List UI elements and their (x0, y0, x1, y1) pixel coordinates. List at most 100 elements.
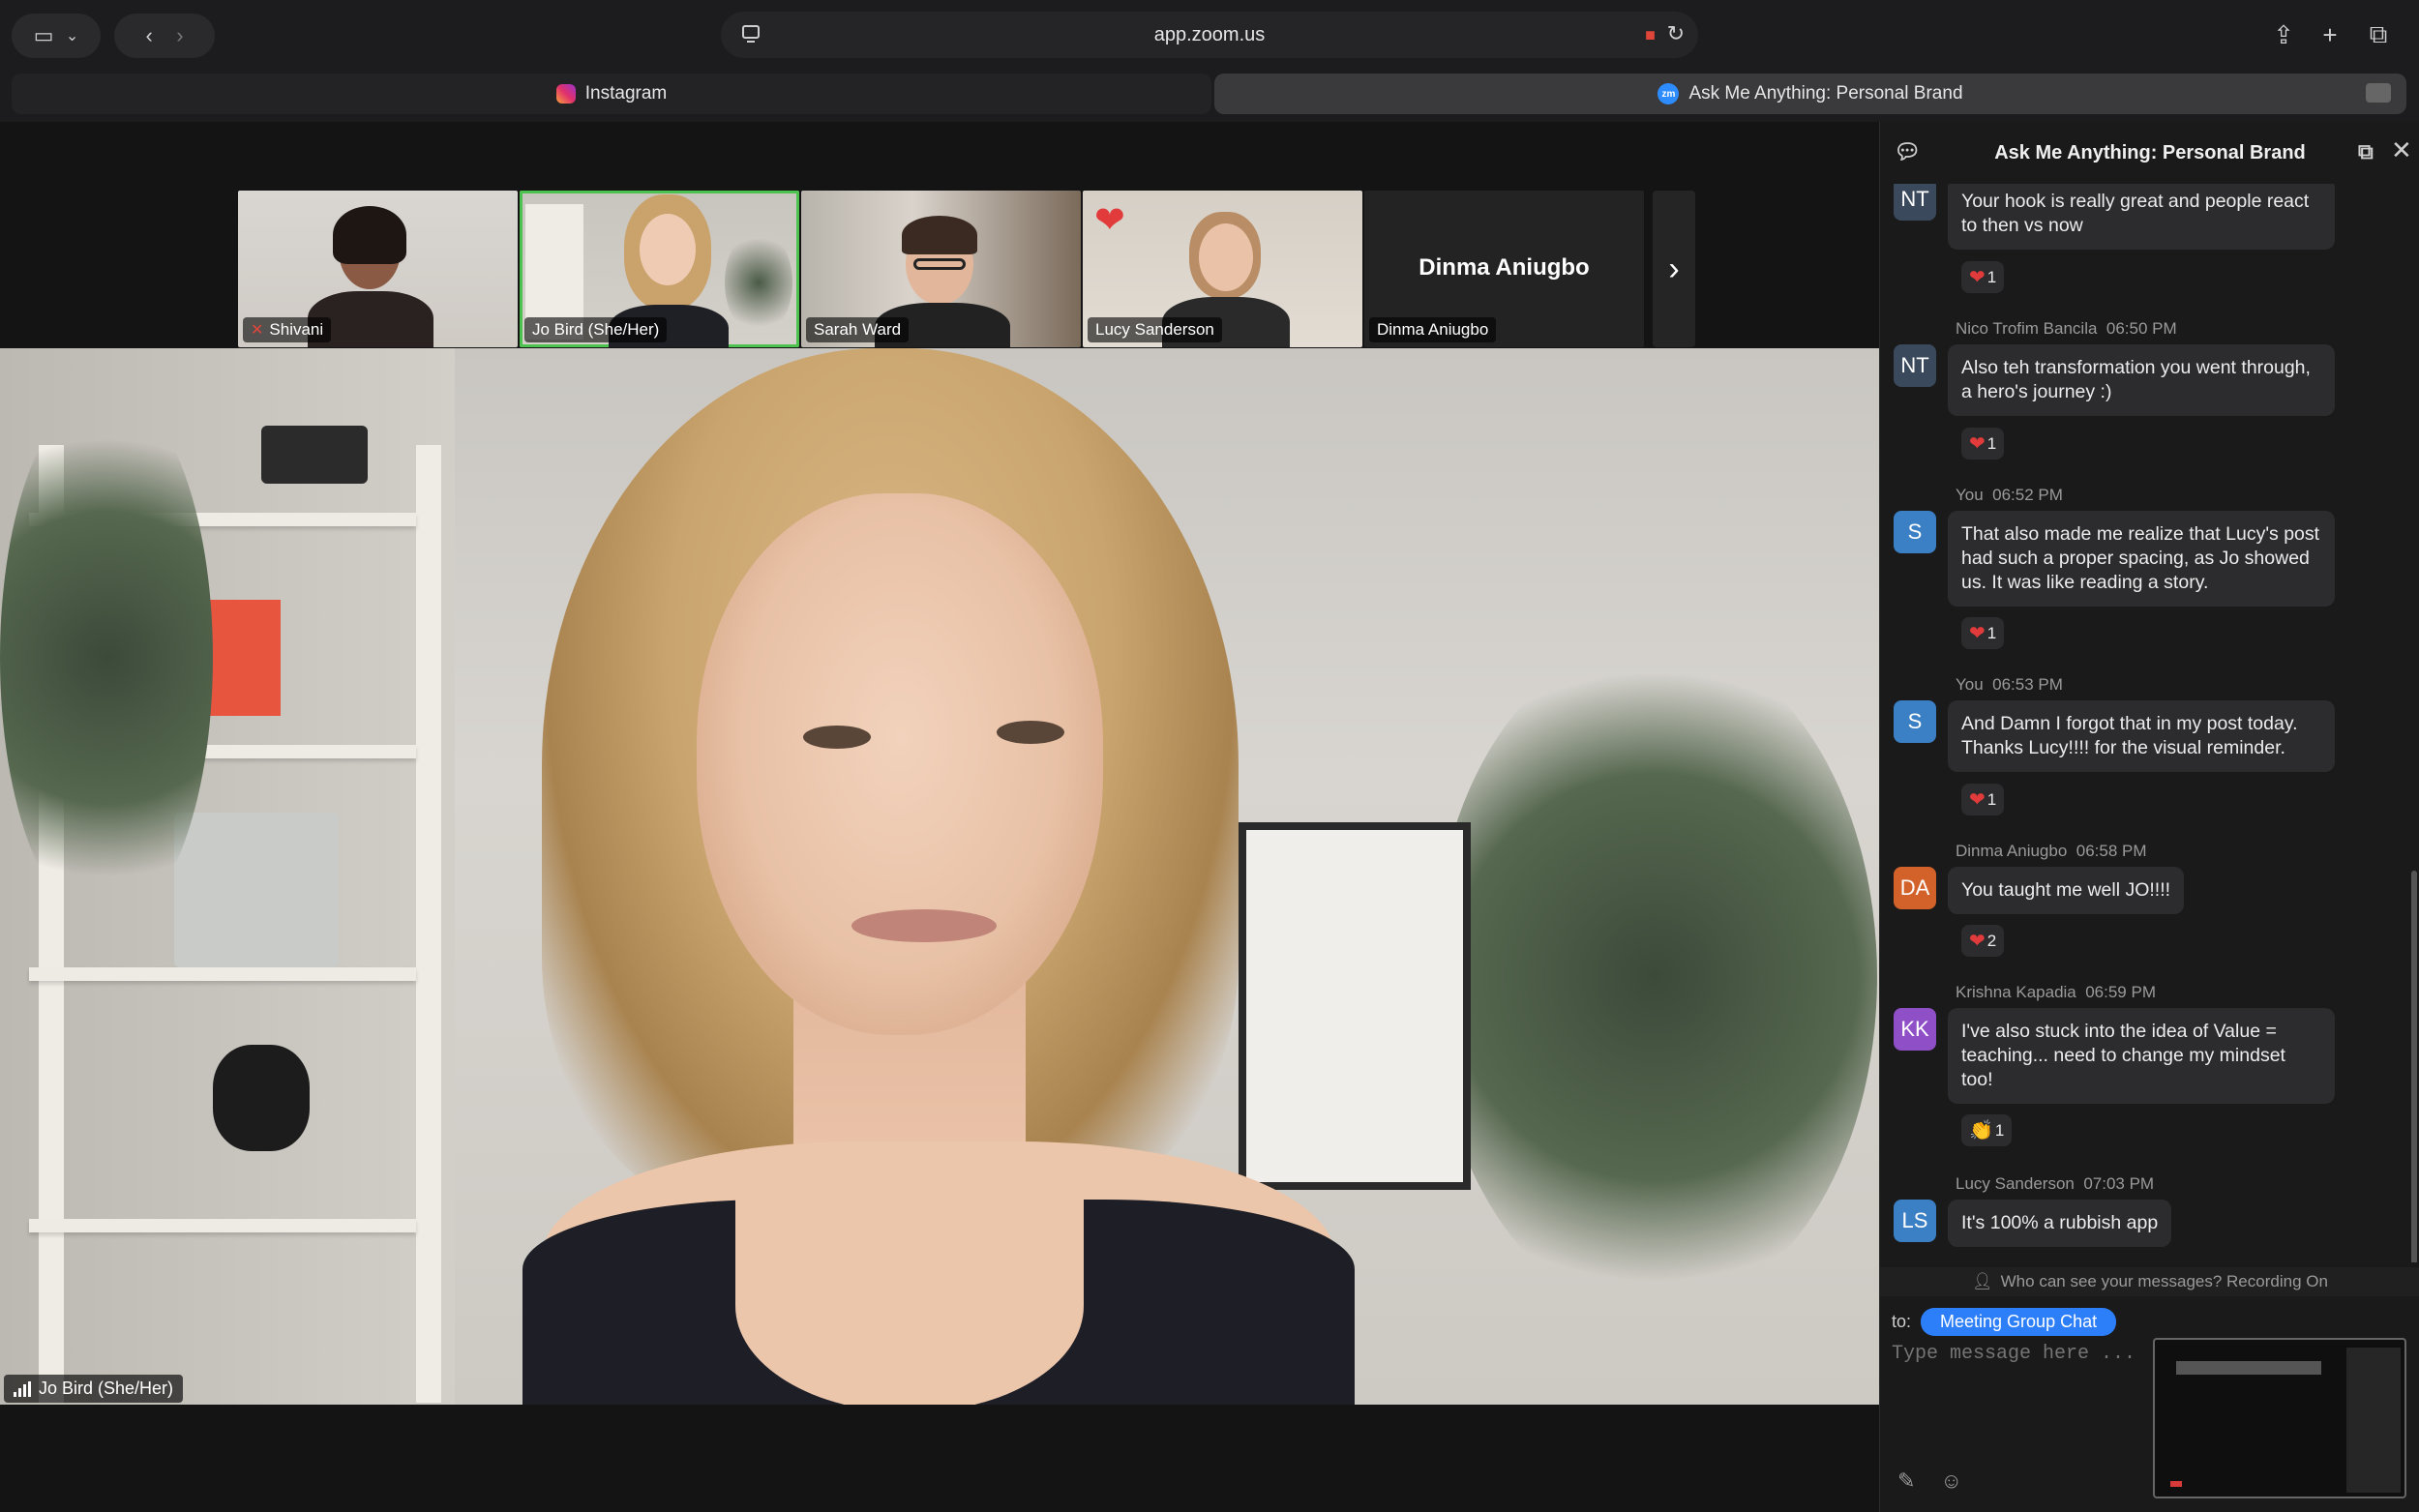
reaction-pill[interactable]: ❤ 2 (1961, 925, 2005, 957)
heart-icon: ❤ (1969, 267, 1986, 288)
message-bubble: I've also stuck into the idea of Value =… (1948, 1008, 2335, 1104)
tab-zoom[interactable]: zm Ask Me Anything: Personal Brand (1214, 74, 2406, 114)
message-bubble: Your hook is really great and people rea… (1948, 184, 2335, 250)
reaction-count: 1 (1986, 433, 1997, 453)
preview-gallery (2176, 1361, 2321, 1375)
instagram-icon (555, 84, 576, 104)
share-icon: ⇪ (2273, 19, 2294, 49)
sidebar-toggle-button[interactable]: ▭ ⌄ (12, 14, 101, 58)
speaker-face (697, 493, 1103, 1035)
message-meta: Lucy Sanderson 07:03 PM (1956, 1174, 2155, 1193)
forward-button[interactable]: › (176, 23, 183, 48)
picture-frame-graphic (1239, 822, 1471, 1190)
heart-icon: ❤ (1969, 623, 1986, 644)
self-view-preview[interactable] (2153, 1338, 2406, 1498)
avatar: NT (1894, 184, 1936, 221)
message-bubble: It's 100% a rubbish app (1948, 1200, 2172, 1247)
message-bubble: And Damn I forgot that in my post today.… (1948, 700, 2335, 772)
preview-recording-indicator (2170, 1481, 2182, 1487)
back-button[interactable]: ‹ (145, 23, 152, 48)
participant-video (333, 206, 406, 264)
speaker-eye (803, 726, 871, 749)
gallery-strip: ✕ Shivani Jo Bird (She/Her) Sarah Ward ❤ … (238, 191, 1644, 347)
gallery-next-button[interactable]: › (1653, 191, 1695, 347)
camera-graphic (261, 426, 368, 484)
reaction-pill[interactable]: ❤ 1 (1961, 428, 2005, 460)
chat-messages: NT Your hook is really great and people … (1880, 184, 2419, 1262)
heart-reaction-icon: ❤ (1094, 200, 1125, 241)
signal-strength-icon (14, 1380, 31, 1397)
participant-video (902, 216, 977, 254)
avatar: NT (1894, 344, 1936, 387)
plus-icon: + (2322, 19, 2338, 49)
page-settings-icon[interactable] (740, 23, 762, 44)
reload-icon[interactable]: ↻ (1667, 21, 1685, 46)
participant-tile[interactable]: ✕ Shivani (238, 191, 518, 347)
reaction-count: 1 (1986, 267, 1997, 286)
zoom-icon: zm (1657, 83, 1680, 104)
camera-tab-icon (2366, 83, 2391, 103)
heart-icon: ❤ (1969, 789, 1986, 811)
tab-instagram[interactable]: Instagram (12, 74, 1211, 114)
tab-label: Ask Me Anything: Personal Brand (1688, 83, 1963, 104)
message-meta: Krishna Kapadia 06:59 PM (1956, 983, 2156, 1001)
participant-tile[interactable]: Sarah Ward (801, 191, 1081, 347)
recipient-selector[interactable]: Meeting Group Chat (1921, 1308, 2117, 1336)
format-icon[interactable]: ✎ (1897, 1468, 1915, 1494)
clap-icon: 👏 (1969, 1120, 1993, 1141)
emoji-icon[interactable]: ☺ (1940, 1468, 1961, 1494)
sidebar-icon: ▭ (33, 23, 54, 47)
address-bar[interactable]: app.zoom.us ■ ↻ (721, 12, 1698, 58)
tabs-icon: ⧉ (2369, 19, 2388, 48)
participant-tile[interactable]: Dinma Aniugbo Dinma Aniugbo (1364, 191, 1644, 347)
pop-out-icon[interactable]: ⧉ (2358, 139, 2374, 164)
heart-icon: ❤ (1969, 931, 1986, 952)
avatar: S (1894, 700, 1936, 743)
message-bubble: Also teh transformation you went through… (1948, 344, 2335, 416)
chat-panel: 💬︎ Ask Me Anything: Personal Brand ⧉ ✕ N… (1879, 122, 2419, 1512)
reaction-count: 1 (1986, 789, 1997, 809)
tab-label: Instagram (584, 83, 668, 104)
chevron-right-icon: › (1668, 250, 1680, 287)
chat-bubbles-icon: 💬︎ (1894, 139, 1921, 163)
participant-video (1199, 223, 1253, 291)
reaction-count: 2 (1986, 931, 1997, 950)
composer-toolbar: ✎ ☺ (1897, 1468, 1962, 1494)
new-tab-button[interactable]: + (2313, 17, 2347, 52)
participant-display-name: Dinma Aniugbo (1419, 254, 1590, 281)
active-speaker-video: Jo Bird (She/Her) (0, 348, 1879, 1405)
close-icon[interactable]: ✕ (2391, 135, 2412, 165)
reaction-pill[interactable]: ❤ 1 (1961, 784, 2005, 815)
nav-buttons: ‹ › (114, 14, 215, 58)
glasses-graphic (913, 258, 966, 270)
participant-video (640, 214, 696, 285)
tab-overview-button[interactable]: ⧉ (2361, 17, 2396, 52)
avatar: KK (1894, 1008, 1936, 1051)
message-meta: You 06:53 PM (1956, 675, 2063, 694)
participant-name-label: Lucy Sanderson (1088, 317, 1222, 342)
reaction-count: 1 (1994, 1120, 2005, 1140)
shelf (29, 1219, 416, 1232)
privacy-text: Who can see your messages? Recording On (2000, 1272, 2328, 1290)
message-bubble: That also made me realize that Lucy's po… (1948, 511, 2335, 607)
participant-name-label: Sarah Ward (806, 317, 910, 342)
participant-tile-active[interactable]: Jo Bird (She/Her) (520, 191, 799, 347)
privacy-notice[interactable]: 👤︎ Who can see your messages? Recording … (1880, 1267, 2419, 1296)
camera-in-use-icon[interactable]: ■ (1645, 25, 1656, 45)
to-label: to: (1892, 1312, 1912, 1331)
avatar: DA (1894, 867, 1936, 909)
reaction-pill[interactable]: ❤ 1 (1961, 617, 2005, 649)
preview-chat (2346, 1348, 2401, 1493)
chat-scrollbar[interactable] (2411, 871, 2417, 1262)
share-button[interactable]: ⇪ (2266, 17, 2301, 52)
mic-muted-icon: ✕ (251, 322, 264, 339)
reaction-pill[interactable]: 👏 1 (1961, 1114, 2013, 1146)
participant-tile[interactable]: ❤ Lucy Sanderson (1083, 191, 1362, 347)
plant-graphic (725, 229, 792, 336)
meeting-stage: ✕ Shivani Jo Bird (She/Her) Sarah Ward ❤ … (0, 122, 1879, 1512)
people-icon: 👤︎ (1972, 1272, 1993, 1290)
browser-toolbar: ▭ ⌄ ‹ › app.zoom.us ■ ↻ ⇪ + ⧉ (0, 0, 2419, 70)
reaction-pill[interactable]: ❤ 1 (1961, 261, 2005, 293)
shelf (29, 967, 416, 981)
message-meta: Dinma Aniugbo 06:58 PM (1956, 842, 2147, 860)
